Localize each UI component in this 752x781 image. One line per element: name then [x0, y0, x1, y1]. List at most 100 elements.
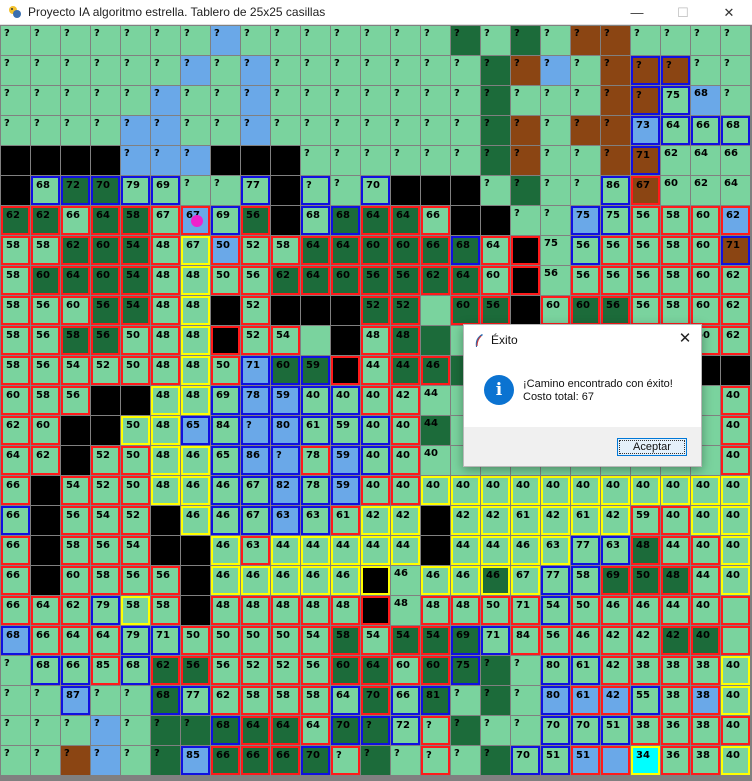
board-cell[interactable]: ?	[421, 26, 450, 55]
board-cell[interactable]: 68	[451, 236, 480, 265]
board-cell[interactable]: ?	[541, 86, 570, 115]
board-cell[interactable]: ?	[151, 26, 180, 55]
board-cell[interactable]: ?	[601, 86, 630, 115]
board-cell[interactable]: ?	[451, 86, 480, 115]
board-cell[interactable]: 40	[391, 416, 420, 445]
board-cell[interactable]: 48	[151, 236, 180, 265]
board-cell[interactable]: ?	[541, 176, 570, 205]
board-cell[interactable]: 56	[481, 296, 510, 325]
board-cell[interactable]: 62	[211, 686, 240, 715]
board-cell[interactable]: 58	[241, 686, 270, 715]
board-cell[interactable]: ?	[151, 86, 180, 115]
board-cell[interactable]	[211, 296, 240, 325]
board-cell[interactable]: 62	[721, 266, 750, 295]
board-cell[interactable]: 58	[1, 326, 30, 355]
board-cell[interactable]	[31, 506, 60, 535]
board-cell[interactable]: ?	[481, 716, 510, 745]
board-cell[interactable]: ?	[391, 26, 420, 55]
board-cell[interactable]: 40	[631, 476, 660, 505]
board-cell[interactable]: 59	[331, 446, 360, 475]
board-cell[interactable]: 64	[331, 236, 360, 265]
board-cell[interactable]: 54	[301, 626, 330, 655]
board-cell[interactable]: 60	[541, 296, 570, 325]
board-cell[interactable]: 46	[631, 596, 660, 625]
board-cell[interactable]: 44	[361, 356, 390, 385]
board-cell[interactable]: ?	[91, 716, 120, 745]
board-cell[interactable]	[721, 626, 750, 655]
board-cell[interactable]: ?	[121, 116, 150, 145]
board-cell[interactable]: 56	[361, 266, 390, 295]
board-cell[interactable]: 56	[541, 626, 570, 655]
board-cell[interactable]: 64	[691, 146, 720, 175]
board-cell[interactable]: 58	[271, 686, 300, 715]
board-cell[interactable]: 40	[571, 476, 600, 505]
board-cell[interactable]	[421, 296, 450, 325]
board-cell[interactable]: 48	[361, 326, 390, 355]
board-cell[interactable]: 50	[121, 416, 150, 445]
board-cell[interactable]: 58	[31, 386, 60, 415]
board-cell[interactable]: ?	[511, 116, 540, 145]
board-cell[interactable]: ?	[481, 176, 510, 205]
board-cell[interactable]: 48	[151, 386, 180, 415]
board-cell[interactable]: ?	[481, 656, 510, 685]
board-cell[interactable]: 62	[691, 176, 720, 205]
board-cell[interactable]: ?	[631, 86, 660, 115]
board-cell[interactable]: 38	[691, 686, 720, 715]
board-cell[interactable]: 40	[721, 656, 750, 685]
board-cell[interactable]: 54	[121, 266, 150, 295]
board-cell[interactable]: 40	[331, 386, 360, 415]
board-cell[interactable]: ?	[451, 686, 480, 715]
board-cell[interactable]: 56	[571, 236, 600, 265]
board-cell[interactable]: 50	[241, 626, 270, 655]
board-cell[interactable]	[721, 596, 750, 625]
board-cell[interactable]: ?	[1, 56, 30, 85]
board-cell[interactable]: ?	[31, 116, 60, 145]
board-cell[interactable]: 58	[661, 296, 690, 325]
window-close-button[interactable]: ✕	[706, 0, 752, 25]
board-cell[interactable]: ?	[571, 86, 600, 115]
board-cell[interactable]: 63	[271, 506, 300, 535]
board-cell[interactable]: ?	[301, 86, 330, 115]
board-cell[interactable]: 68	[301, 206, 330, 235]
board-cell[interactable]: ?	[181, 146, 210, 175]
board-cell[interactable]	[121, 386, 150, 415]
board-cell[interactable]: 62	[721, 206, 750, 235]
board-cell[interactable]: ?	[241, 26, 270, 55]
board-cell[interactable]: 66	[61, 206, 90, 235]
board-cell[interactable]: 54	[91, 506, 120, 535]
board-cell[interactable]: 80	[271, 416, 300, 445]
board-cell[interactable]: ?	[421, 116, 450, 145]
board-cell[interactable]: ?	[511, 146, 540, 175]
board-cell[interactable]: 60	[421, 656, 450, 685]
board-cell[interactable]: 50	[211, 236, 240, 265]
board-cell[interactable]: ?	[271, 56, 300, 85]
board-cell[interactable]: ?	[301, 56, 330, 85]
board-cell[interactable]: ?	[451, 56, 480, 85]
board-cell[interactable]: 46	[181, 476, 210, 505]
board-cell[interactable]: 40	[301, 386, 330, 415]
board-cell[interactable]: 44	[421, 416, 450, 445]
board-cell[interactable]: 61	[571, 506, 600, 535]
board-cell[interactable]: 71	[481, 626, 510, 655]
board-cell[interactable]: ?	[31, 686, 60, 715]
board-cell[interactable]: 80	[541, 656, 570, 685]
board-cell[interactable]: 59	[331, 416, 360, 445]
board-cell[interactable]: 69	[151, 176, 180, 205]
board-cell[interactable]: 77	[541, 566, 570, 595]
board-cell[interactable]: 62	[421, 266, 450, 295]
board-cell[interactable]: 61	[331, 506, 360, 535]
board-cell[interactable]: ?	[361, 146, 390, 175]
board-cell[interactable]: 40	[721, 506, 750, 535]
board-cell[interactable]: ?	[511, 56, 540, 85]
board-cell[interactable]: 75	[601, 206, 630, 235]
board-cell[interactable]: 86	[601, 176, 630, 205]
board-cell[interactable]	[151, 536, 180, 565]
board-cell[interactable]: 85	[181, 746, 210, 775]
board-cell[interactable]: 42	[451, 506, 480, 535]
board-cell[interactable]: 66	[1, 566, 30, 595]
minimize-button[interactable]: —	[614, 0, 660, 25]
board-cell[interactable]: ?	[91, 86, 120, 115]
board-cell[interactable]: 54	[541, 596, 570, 625]
board-cell[interactable]: 69	[601, 566, 630, 595]
board-cell[interactable]: 48	[181, 266, 210, 295]
